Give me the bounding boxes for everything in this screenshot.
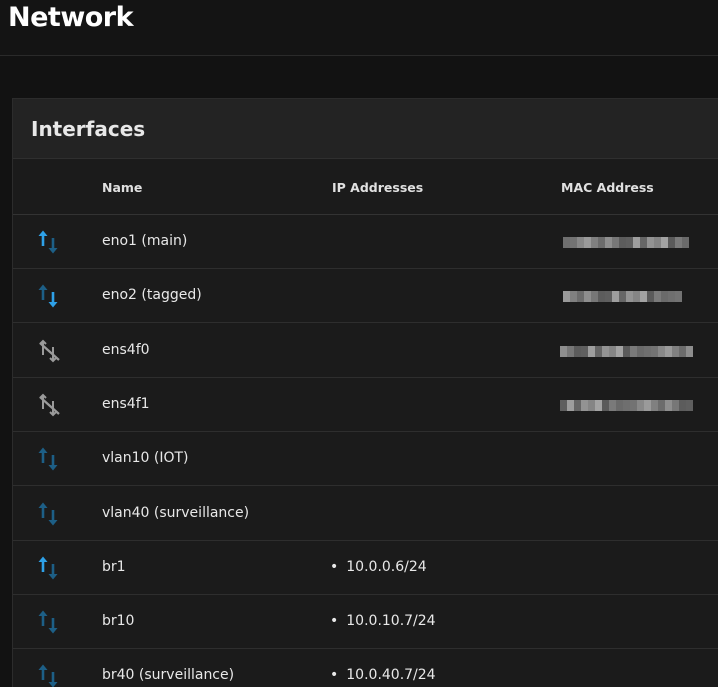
ip-address: • 10.0.40.7/24 <box>330 667 436 683</box>
link-disconnected-icon <box>37 392 63 418</box>
traffic-arrows-icon <box>37 446 63 472</box>
interface-name: ens4f0 <box>102 341 150 358</box>
interface-name: br10 <box>102 613 135 630</box>
table-header: Name IP Addresses MAC Address <box>13 159 718 215</box>
table-row[interactable]: br1 • 10.0.0.6/24 <box>13 541 718 595</box>
table-row[interactable]: vlan10 (IOT) <box>13 432 718 487</box>
traffic-arrows-icon <box>37 555 63 581</box>
table-row[interactable]: br10 • 10.0.10.7/24 <box>13 595 718 650</box>
mac-address-redacted <box>560 399 698 411</box>
traffic-arrows-icon <box>37 609 63 635</box>
link-disconnected-icon <box>37 338 63 364</box>
mac-address-redacted <box>563 291 685 303</box>
traffic-arrows-icon <box>37 283 63 309</box>
interface-name: vlan10 (IOT) <box>102 450 189 467</box>
interface-name: br1 <box>102 558 126 575</box>
ip-address-value: 10.0.10.7/24 <box>346 613 436 630</box>
interface-name: vlan40 (surveillance) <box>102 504 250 521</box>
ip-address: • 10.0.10.7/24 <box>330 613 436 629</box>
interface-name: br40 (surveillance) <box>102 667 235 684</box>
table-row[interactable]: ens4f0 <box>13 324 718 378</box>
traffic-arrows-icon <box>37 663 63 687</box>
interfaces-card-title: Interfaces <box>31 117 146 141</box>
traffic-arrows-icon <box>37 501 63 527</box>
page-header: Network <box>0 0 718 56</box>
table-row[interactable]: eno2 (tagged) <box>13 269 718 324</box>
bullet-icon: • <box>330 613 339 630</box>
ip-address-value: 10.0.0.6/24 <box>346 558 427 575</box>
column-header-mac[interactable]: MAC Address <box>561 180 654 195</box>
table-row[interactable]: ens4f1 <box>13 378 718 432</box>
table-row[interactable]: br40 (surveillance) • 10.0.40.7/24 <box>13 649 718 687</box>
ip-address: • 10.0.0.6/24 <box>330 559 427 575</box>
bullet-icon: • <box>330 558 339 575</box>
column-header-name[interactable]: Name <box>102 180 142 195</box>
interfaces-card-header: Interfaces <box>13 99 718 159</box>
traffic-arrows-icon <box>37 229 63 255</box>
column-header-ip[interactable]: IP Addresses <box>332 180 423 195</box>
page-title: Network <box>8 2 134 33</box>
interface-name: eno2 (tagged) <box>102 287 202 304</box>
ip-address-value: 10.0.40.7/24 <box>346 667 436 684</box>
mac-address-redacted <box>560 345 698 357</box>
table-row[interactable]: vlan40 (surveillance) <box>13 487 718 541</box>
interfaces-card: Interfaces Name IP Addresses MAC Address… <box>12 98 718 687</box>
bullet-icon: • <box>330 667 339 684</box>
interface-name: ens4f1 <box>102 395 150 412</box>
table-row[interactable]: eno1 (main) <box>13 215 718 269</box>
mac-address-redacted <box>563 237 689 248</box>
interface-name: eno1 (main) <box>102 233 188 249</box>
